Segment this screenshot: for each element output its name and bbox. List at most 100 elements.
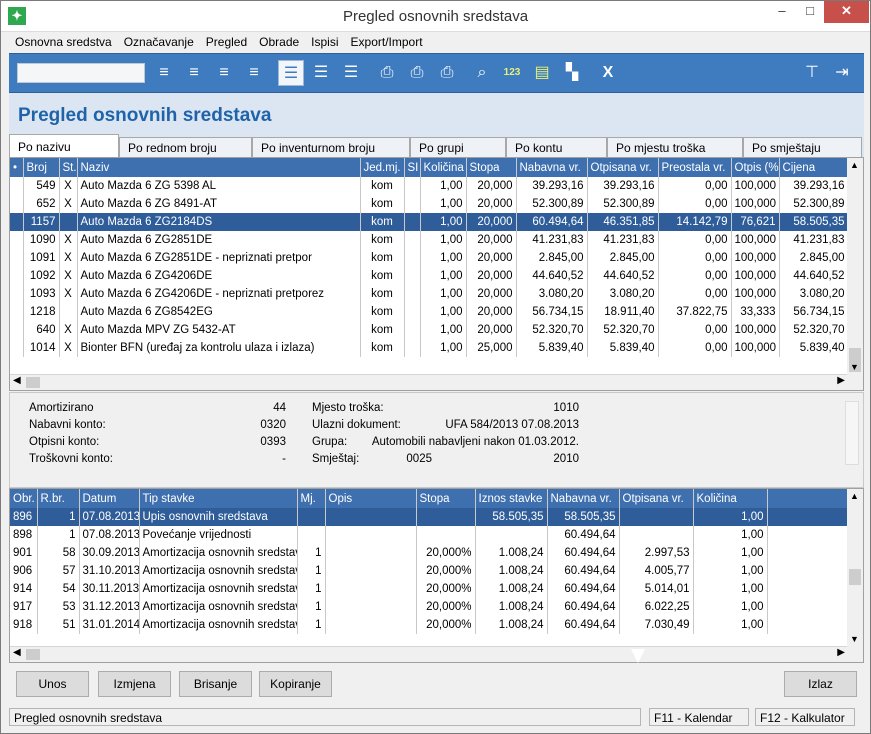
- brisanje-button[interactable]: Brisanje: [179, 671, 252, 697]
- exit-icon[interactable]: ⇥: [829, 60, 855, 86]
- column-header[interactable]: Nabavna vr.: [547, 489, 620, 508]
- scroll-left-icon[interactable]: ◀: [13, 647, 21, 658]
- close-button[interactable]: ✕: [824, 1, 869, 23]
- column-header[interactable]: R.br.: [37, 489, 80, 508]
- view-list-icon[interactable]: ☰: [308, 60, 334, 86]
- menu-export-import[interactable]: Export/Import: [345, 32, 429, 49]
- column-header[interactable]: Cijena: [779, 158, 849, 177]
- column-header[interactable]: Broj: [23, 158, 60, 177]
- tab-po-nazivu[interactable]: Po nazivu: [9, 134, 119, 158]
- tab-po-smjestaju[interactable]: Po smještaju: [743, 137, 862, 158]
- table-row[interactable]: 917 53 31.12.2013 Amortizacija osnovnih sre…: [10, 598, 849, 616]
- column-header[interactable]: Stopa: [466, 158, 517, 177]
- menu-obrade[interactable]: Obrade: [253, 32, 305, 49]
- menu-pregled[interactable]: Pregled: [200, 32, 253, 49]
- horizontal-scrollbar[interactable]: ◀ ▶: [10, 646, 848, 662]
- table-row[interactable]: 914 54 30.11.2013 Amortizacija osnovnih sre…: [10, 580, 849, 598]
- table-row[interactable]: 1093 X Auto Mazda 6 ZG4206DE - nepriznati …: [10, 285, 849, 303]
- list-add-icon[interactable]: ≡: [181, 60, 207, 86]
- scroll-down-icon[interactable]: ▼: [850, 362, 859, 372]
- minimize-button[interactable]: –: [768, 1, 796, 23]
- column-header[interactable]: Nabavna vr.: [516, 158, 588, 177]
- menu-oznacavanje[interactable]: Označavanje: [118, 32, 200, 49]
- vertical-scrollbar[interactable]: ▲ ▼: [847, 489, 863, 662]
- table-row[interactable]: 1014 X Bionter BFN (uređaj za kontrolu ula…: [10, 339, 849, 357]
- scroll-thumb[interactable]: [849, 569, 861, 585]
- table-row[interactable]: 1090 X Auto Mazda 6 ZG2851DE kom 1,00 20,000 4…: [10, 231, 849, 249]
- print-euro-icon[interactable]: ⎙: [404, 60, 430, 86]
- table-cell: 41.231,83: [779, 231, 849, 249]
- column-header[interactable]: Otpisana vr.: [587, 158, 659, 177]
- column-header[interactable]: Otpis (%): [731, 158, 780, 177]
- search-icon[interactable]: ⌕: [469, 60, 495, 86]
- settings-icon[interactable]: ⊤: [799, 60, 825, 86]
- table-row[interactable]: 652 X Auto Mazda 6 ZG 8491-AT kom 1,00 20,000…: [10, 195, 849, 213]
- f11-calendar[interactable]: F11 - Kalendar: [649, 708, 749, 726]
- excel-icon[interactable]: X: [595, 60, 621, 86]
- layout-icon[interactable]: ▚: [559, 60, 585, 86]
- list-insert-icon[interactable]: ≡: [151, 60, 177, 86]
- table-row[interactable]: 896 1 07.08.2013 Upis osnovnih sredstava 58.…: [10, 508, 849, 526]
- tab-po-inventurnom-broju[interactable]: Po inventurnom broju: [252, 137, 410, 158]
- scroll-left-icon[interactable]: ◀: [13, 375, 21, 386]
- column-header[interactable]: Mj.: [297, 489, 326, 508]
- scroll-up-icon[interactable]: ▲: [850, 491, 859, 501]
- column-header[interactable]: Količina: [693, 489, 768, 508]
- column-header[interactable]: •: [10, 158, 24, 177]
- scroll-up-icon[interactable]: ▲: [850, 160, 859, 170]
- tab-po-mjestu-troska[interactable]: Po mjestu troška: [607, 137, 743, 158]
- maximize-button[interactable]: □: [796, 1, 824, 23]
- print-sum-icon[interactable]: ⎙: [434, 60, 460, 86]
- table-row[interactable]: 898 1 07.08.2013 Povećanje vrijednosti 60.49…: [10, 526, 849, 544]
- tab-po-rednom-broju[interactable]: Po rednom broju: [119, 137, 252, 158]
- table-row[interactable]: 1092 X Auto Mazda 6 ZG4206DE kom 1,00 20,000 4…: [10, 267, 849, 285]
- scroll-right-icon[interactable]: ▶: [837, 647, 845, 658]
- view-compact-icon[interactable]: ☰: [338, 60, 364, 86]
- izlaz-button[interactable]: Izlaz: [784, 671, 857, 697]
- column-header[interactable]: Naziv: [77, 158, 361, 177]
- horizontal-scrollbar[interactable]: ◀ ▶: [10, 374, 848, 390]
- tab-po-kontu[interactable]: Po kontu: [506, 137, 607, 158]
- table-row[interactable]: 1091 X Auto Mazda 6 ZG2851DE - nepriznati …: [10, 249, 849, 267]
- table-row[interactable]: 906 57 31.10.2013 Amortizacija osnovnih sre…: [10, 562, 849, 580]
- print-icon[interactable]: ⎙: [374, 60, 400, 86]
- scroll-right-icon[interactable]: ▶: [837, 375, 845, 386]
- detail-scrollbar[interactable]: [845, 401, 859, 465]
- izmjena-button[interactable]: Izmjena: [98, 671, 171, 697]
- menu-ispisi[interactable]: Ispisi: [305, 32, 344, 49]
- view-detail-icon[interactable]: ☰: [278, 60, 304, 86]
- scroll-thumb[interactable]: [26, 649, 40, 660]
- column-header[interactable]: Tip stavke: [139, 489, 298, 508]
- unos-button[interactable]: Unos: [16, 671, 89, 697]
- number-123-icon[interactable]: 123: [499, 60, 525, 86]
- vertical-scrollbar[interactable]: ▲ ▼: [847, 158, 863, 390]
- column-header[interactable]: St.: [59, 158, 78, 177]
- table-row[interactable]: 549 X Auto Mazda 6 ZG 5398 AL kom 1,00 20,000…: [10, 177, 849, 195]
- table-row[interactable]: 640 X Auto Mazda MPV ZG 5432-AT kom 1,00 20,0…: [10, 321, 849, 339]
- column-header[interactable]: Stopa: [416, 489, 476, 508]
- f12-calculator[interactable]: F12 - Kalkulator: [755, 708, 855, 726]
- column-header[interactable]: [767, 489, 849, 508]
- document-icon[interactable]: ▤: [529, 60, 555, 86]
- column-header[interactable]: Iznos stavke: [475, 489, 548, 508]
- menu-osnovna-sredstva[interactable]: Osnovna sredstva: [9, 32, 118, 49]
- column-header[interactable]: Preostala vr.: [658, 158, 732, 177]
- table-row[interactable]: 918 51 31.01.2014 Amortizacija osnovnih sre…: [10, 616, 849, 634]
- tab-po-grupi[interactable]: Po grupi: [410, 137, 506, 158]
- column-header[interactable]: Datum: [79, 489, 140, 508]
- list-refresh-icon[interactable]: ≡: [241, 60, 267, 86]
- column-header[interactable]: Količina: [420, 158, 467, 177]
- column-header[interactable]: Opis: [325, 489, 417, 508]
- scroll-down-icon[interactable]: ▼: [850, 634, 859, 644]
- column-header[interactable]: SI: [404, 158, 421, 177]
- search-input[interactable]: [17, 63, 145, 83]
- column-header[interactable]: Jed.mj.: [360, 158, 405, 177]
- table-row[interactable]: 1218 Auto Mazda 6 ZG8542EG kom 1,00 20,000 56…: [10, 303, 849, 321]
- kopiranje-button[interactable]: Kopiranje: [259, 671, 332, 697]
- table-row[interactable]: 1157 Auto Mazda 6 ZG2184DS kom 1,00 20,000 60…: [10, 213, 849, 231]
- column-header[interactable]: Otpisana vr.: [619, 489, 694, 508]
- column-header[interactable]: Obr.: [10, 489, 38, 508]
- scroll-thumb[interactable]: [26, 377, 40, 388]
- list-delete-icon[interactable]: ≡: [211, 60, 237, 86]
- table-row[interactable]: 901 58 30.09.2013 Amortizacija osnovnih sre…: [10, 544, 849, 562]
